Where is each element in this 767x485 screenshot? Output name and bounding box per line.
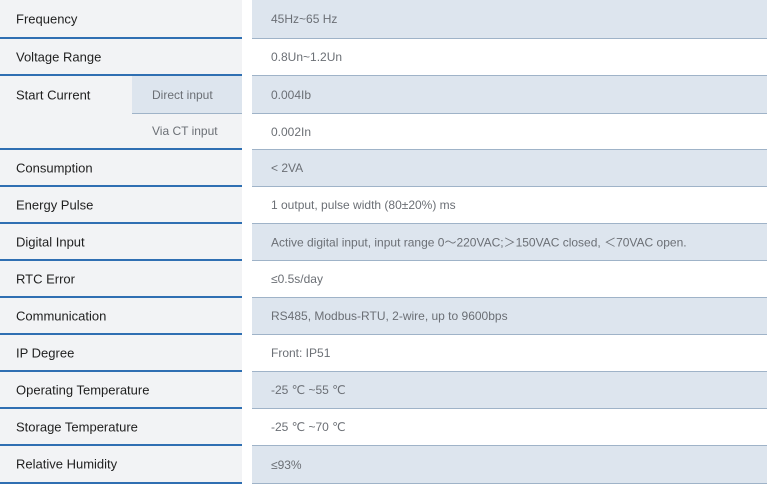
spec-sub-label-direct-input: Direct input xyxy=(152,87,213,102)
spec-label-cell: Relative Humidity xyxy=(0,446,242,484)
spec-row-voltage-range: Voltage Range 0.8Un~1.2Un xyxy=(0,39,767,76)
spec-value-cell: 0.8Un~1.2Un xyxy=(252,39,767,76)
spec-value-energy-pulse: 1 output, pulse width (80±20%) ms xyxy=(271,198,456,212)
spec-label-digital-input: Digital Input xyxy=(16,234,85,249)
spec-sub-cell-direct: Direct input xyxy=(132,76,242,114)
spec-value-cell: -25 ℃ ~70 ℃ xyxy=(252,409,767,446)
spec-label-cell: Voltage Range xyxy=(0,39,242,76)
spec-label-energy-pulse: Energy Pulse xyxy=(16,197,94,212)
spec-value-voltage-range: 0.8Un~1.2Un xyxy=(271,50,343,64)
spec-value-storage-temperature: -25 ℃ ~70 ℃ xyxy=(271,420,346,434)
spec-label-storage-temperature: Storage Temperature xyxy=(16,419,138,434)
spec-value-ip-degree: Front: IP51 xyxy=(271,346,331,360)
spec-value-rtc-error: ≤0.5s/day xyxy=(271,272,323,286)
spec-label-frequency: Frequency xyxy=(16,11,78,26)
spec-row-operating-temperature: Operating Temperature -25 ℃ ~55 ℃ xyxy=(0,372,767,409)
spec-sub-label-via-ct-input: Via CT input xyxy=(152,124,218,138)
spec-value-cell: RS485, Modbus-RTU, 2-wire, up to 9600bps xyxy=(252,298,767,335)
spec-row-frequency: Frequency 45Hz~65 Hz xyxy=(0,0,767,39)
spec-row-ip-degree: IP Degree Front: IP51 xyxy=(0,335,767,372)
spec-value-cell: Front: IP51 xyxy=(252,335,767,372)
spec-row-storage-temperature: Storage Temperature -25 ℃ ~70 ℃ xyxy=(0,409,767,446)
spec-label-operating-temperature: Operating Temperature xyxy=(16,382,150,397)
spec-label-cell: Consumption xyxy=(0,150,242,187)
spec-row-rtc-error: RTC Error ≤0.5s/day xyxy=(0,261,767,298)
spec-sub-cell-ct: Via CT input xyxy=(132,114,242,148)
spec-label-rtc-error: RTC Error xyxy=(16,271,75,286)
spec-value-via-ct-input: 0.002In xyxy=(271,124,312,139)
spec-row-communication: Communication RS485, Modbus-RTU, 2-wire,… xyxy=(0,298,767,335)
spec-value-relative-humidity: ≤93% xyxy=(271,457,302,472)
spec-value-cell: -25 ℃ ~55 ℃ xyxy=(252,372,767,409)
spec-label-communication: Communication xyxy=(16,308,107,323)
spec-label-cell: Energy Pulse xyxy=(0,187,242,224)
spec-value-digital-input: Active digital input, input range 0～220V… xyxy=(271,235,687,250)
spec-row-digital-input: Digital Input Active digital input, inpu… xyxy=(0,224,767,261)
spec-value-direct-input: 0.004Ib xyxy=(271,87,312,102)
spec-row-consumption: Consumption < 2VA xyxy=(0,150,767,187)
spec-value-cell: ≤0.5s/day xyxy=(252,261,767,298)
spec-value-communication: RS485, Modbus-RTU, 2-wire, up to 9600bps xyxy=(271,309,508,323)
spec-value-cell: < 2VA xyxy=(252,150,767,187)
spec-label-relative-humidity: Relative Humidity xyxy=(16,456,118,472)
spec-value-cell: 0.002In xyxy=(252,114,767,150)
spec-label-start-current: Start Current xyxy=(16,87,91,103)
spec-row-energy-pulse: Energy Pulse 1 output, pulse width (80±2… xyxy=(0,187,767,224)
spec-value-cell: 45Hz~65 Hz xyxy=(252,0,767,39)
spec-value-cell: Active digital input, input range 0～220V… xyxy=(252,224,767,261)
spec-label-consumption: Consumption xyxy=(16,160,93,175)
spec-value-consumption: < 2VA xyxy=(271,161,304,175)
spec-label-cell: Storage Temperature xyxy=(0,409,242,446)
spec-label-cell: RTC Error xyxy=(0,261,242,298)
spec-label-cell: Frequency xyxy=(0,0,242,39)
spec-value-cell: 1 output, pulse width (80±20%) ms xyxy=(252,187,767,224)
spec-label-cell: Digital Input xyxy=(0,224,242,261)
spec-label-cell: Communication xyxy=(0,298,242,335)
spec-value-frequency: 45Hz~65 Hz xyxy=(271,12,338,26)
spec-label-cell: IP Degree xyxy=(0,335,242,372)
spec-label-cell: Operating Temperature xyxy=(0,372,242,409)
spec-row-relative-humidity: Relative Humidity ≤93% xyxy=(0,446,767,484)
spec-value-cell: ≤93% xyxy=(252,446,767,484)
spec-row-start-current: Start Current Direct input Via CT input … xyxy=(0,76,767,150)
spec-label-ip-degree: IP Degree xyxy=(16,345,75,360)
spec-value-cell: 0.004Ib xyxy=(252,76,767,114)
spec-label-voltage-range: Voltage Range xyxy=(16,49,102,64)
spec-value-operating-temperature: -25 ℃ ~55 ℃ xyxy=(271,383,346,397)
